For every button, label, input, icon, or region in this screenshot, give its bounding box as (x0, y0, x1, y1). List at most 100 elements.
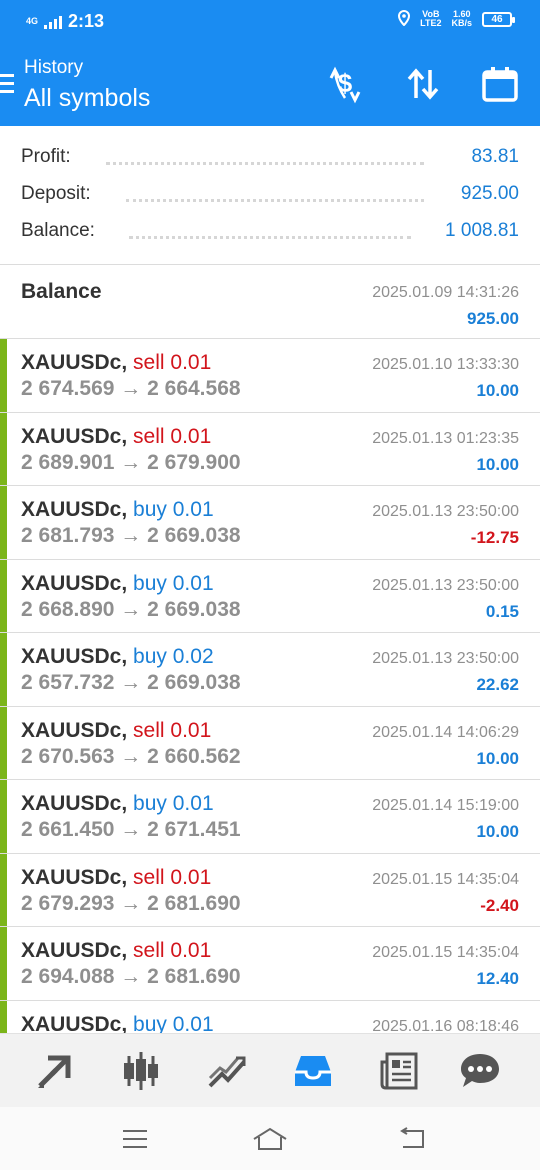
symbol-name: XAUUSDc, (21, 498, 128, 521)
history-list[interactable]: Balance 2025.01.09 14:31:26 925.00 XAUUS… (0, 265, 540, 1033)
trade-side: buy (133, 792, 167, 815)
profit-row: Profit: 83.81 (21, 144, 519, 174)
trade-volume: 0.01 (172, 498, 214, 521)
open-price: 2 674.569 (21, 377, 115, 400)
symbol-name: XAUUSDc, (21, 718, 128, 742)
closed-trade-marker (0, 559, 7, 632)
trade-symbol: XAUUSDc, buy 0.01 (21, 498, 214, 522)
quotes-arrows-icon[interactable] (31, 1048, 79, 1094)
balance-entry-title: Balance (21, 280, 102, 303)
system-nav (0, 1107, 540, 1170)
profit-label: Profit: (21, 146, 77, 168)
trade-time: 2025.01.13 23:50:00 (372, 576, 519, 594)
balance-entry-time: 2025.01.09 14:31:26 (372, 284, 519, 301)
open-price: 2 661.450 (21, 818, 115, 841)
price-arrow: → (120, 671, 142, 694)
balance-row: Balance: 1 008.81 (21, 218, 519, 248)
trade-side: sell (133, 939, 165, 962)
closed-trade-marker (0, 486, 7, 559)
trade-time: 2025.01.15 14:35:04 (372, 944, 519, 961)
trade-prices: 2 657.732 → 2 669.038 (21, 671, 241, 695)
trade-symbol: XAUUSDc, sell 0.01 (21, 351, 211, 375)
close-price: 2 669.038 (147, 597, 241, 621)
open-price: 2 694.088 (21, 965, 115, 988)
balance-label: Balance: (21, 220, 101, 242)
price-arrow: → (120, 965, 142, 988)
trade-side: buy (133, 498, 167, 521)
back-icon[interactable] (394, 1124, 430, 1154)
trade-side: sell (133, 424, 165, 448)
close-price: 2 669.038 (147, 671, 241, 694)
trade-time: 2025.01.15 14:35:04 (372, 870, 519, 888)
closed-trade-marker (0, 780, 7, 853)
open-price: 2 689.901 (21, 450, 115, 474)
trade-prices: 2 694.088 → 2 681.690 (21, 965, 241, 989)
price-arrow: → (120, 818, 142, 841)
table-row[interactable]: XAUUSDc, buy 0.01 2 668.890 → 2 669.038 20… (0, 559, 540, 633)
location-icon (398, 9, 411, 28)
table-row[interactable]: XAUUSDc, buy 0.02 2 657.732 → 2 669.038 20… (0, 633, 540, 707)
trade-profit: 10.00 (476, 454, 519, 474)
trade-side: sell (133, 351, 165, 374)
price-arrow: → (120, 744, 142, 768)
currency-exchange-icon[interactable]: $ (325, 64, 365, 104)
menu-icon[interactable] (0, 74, 14, 98)
table-row[interactable]: XAUUSDc, buy 0.01 2025.01.16 08:18:46 (0, 1000, 540, 1034)
trade-volume: 0.01 (170, 351, 212, 374)
closed-trade-marker (0, 633, 7, 706)
trade-profit: 10.00 (476, 381, 519, 400)
battery-level: 46 (491, 13, 503, 25)
trade-profit: 0.15 (485, 601, 519, 621)
profit-value: 83.81 (465, 146, 519, 168)
trade-trend-icon[interactable] (203, 1048, 251, 1094)
trade-symbol: XAUUSDc, sell 0.01 (21, 425, 211, 449)
menu-icon[interactable] (117, 1124, 153, 1154)
news-icon[interactable] (375, 1048, 423, 1094)
closed-trade-marker (0, 706, 7, 779)
open-price: 2 668.890 (21, 597, 115, 621)
trade-side: buy (133, 645, 167, 668)
trade-profit: 12.40 (476, 969, 519, 988)
trade-prices: 2 670.563 → 2 660.562 (21, 745, 241, 769)
trade-side: sell (133, 865, 165, 889)
open-price: 2 679.293 (21, 891, 115, 915)
symbol-name: XAUUSDc, (21, 865, 128, 889)
trade-symbol: XAUUSDc, buy 0.01 (21, 1013, 214, 1034)
network-speed: 1.60 KB/s (451, 9, 472, 28)
price-arrow: → (120, 597, 142, 621)
close-price: 2 660.562 (147, 744, 241, 768)
symbol-name: XAUUSDc, (21, 351, 128, 374)
table-row[interactable]: XAUUSDc, buy 0.01 2 681.793 → 2 669.038 20… (0, 486, 540, 560)
balance-entry[interactable]: Balance 2025.01.09 14:31:26 925.00 (0, 265, 540, 339)
sort-arrows-icon[interactable] (403, 64, 443, 104)
trade-profit: 10.00 (476, 748, 519, 768)
price-arrow: → (120, 524, 142, 547)
header-title[interactable]: All symbols (24, 84, 150, 113)
calendar-icon[interactable] (480, 64, 520, 104)
header-subtitle: History (24, 57, 84, 78)
table-row[interactable]: XAUUSDc, buy 0.01 2 661.450 → 2 671.451 20… (0, 780, 540, 854)
chart-candles-icon[interactable] (117, 1048, 165, 1094)
trade-volume: 0.01 (172, 1012, 214, 1034)
home-icon[interactable] (252, 1124, 288, 1154)
trade-volume: 0.01 (170, 424, 212, 448)
history-inbox-icon[interactable] (289, 1048, 337, 1094)
open-price: 2 670.563 (21, 744, 115, 768)
open-price: 2 681.793 (21, 524, 115, 547)
chat-icon[interactable] (456, 1048, 504, 1094)
table-row[interactable]: XAUUSDc, sell 0.01 2 679.293 → 2 681.690 2… (0, 853, 540, 927)
open-price: 2 657.732 (21, 671, 115, 694)
deposit-label: Deposit: (21, 183, 97, 205)
table-row[interactable]: XAUUSDc, sell 0.01 2 670.563 → 2 660.562 2… (0, 706, 540, 780)
table-row[interactable]: XAUUSDc, sell 0.01 2 694.088 → 2 681.690 2… (0, 927, 540, 1001)
trade-time: 2025.01.10 13:33:30 (372, 356, 519, 373)
table-row[interactable]: XAUUSDc, sell 0.01 2 674.569 → 2 664.568 2… (0, 339, 540, 413)
closed-trade-marker (0, 412, 7, 485)
trade-symbol: XAUUSDc, buy 0.02 (21, 645, 214, 669)
close-price: 2 664.568 (147, 377, 241, 400)
trade-prices: 2 689.901 → 2 679.900 (21, 451, 241, 475)
trade-time: 2025.01.13 23:50:00 (372, 650, 519, 667)
table-row[interactable]: XAUUSDc, sell 0.01 2 689.901 → 2 679.900 2… (0, 412, 540, 486)
volte-indicator: VoB LTE2 (420, 9, 442, 28)
trade-prices: 2 679.293 → 2 681.690 (21, 892, 241, 916)
